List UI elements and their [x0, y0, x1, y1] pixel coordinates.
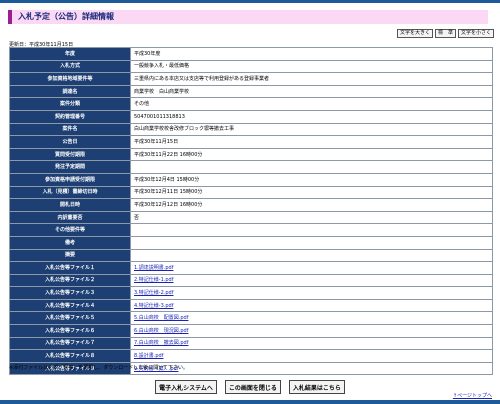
page-title-box: 入札予定（公告）詳細情報 — [8, 10, 488, 24]
table-row: 案件名 白山商業学校校舎改修ブロック塀等撤去工事 — [9, 122, 493, 137]
row-label: 入札方式 — [9, 59, 131, 74]
text-small-button[interactable]: 文字を小さく — [457, 29, 494, 38]
table-row: 契約管理番号 5047001011318813 — [9, 109, 493, 124]
table-row: その他要件等 — [9, 223, 493, 237]
file-cell: 6.白山商校 現況図.pdf — [130, 324, 493, 338]
row-label: 入札（見積）書締切日時 — [9, 185, 131, 200]
file-link[interactable]: 5.白山商校 配置図.pdf — [134, 315, 188, 321]
file-link[interactable]: 8.設計書.pdf — [134, 353, 163, 359]
file-label: 入札公告等ファイル６ — [9, 324, 131, 338]
detail-table: 年度 平成30年度 入札方式 一般競争入札・最低価格 参加資格地域要件等 三重県内にある本… — [9, 47, 493, 376]
file-cell: 7.白山商校 撤去図.pdf — [130, 336, 493, 351]
file-row: 入札公告等ファイル１ 1.調達説明書.pdf — [9, 261, 493, 275]
table-row: 入札方式 一般競争入札・最低価格 — [9, 59, 493, 74]
row-value: 平成30年11月15日 — [130, 135, 493, 149]
file-link[interactable]: 1.調達説明書.pdf — [134, 265, 173, 271]
table-row: 質問受付期限 平成30年11月22日 16時00分 — [9, 147, 493, 162]
table-row: 備考 — [9, 235, 493, 250]
row-label: 開札日時 — [9, 198, 131, 212]
e-bid-system-button[interactable]: 電子入札システムへ — [155, 380, 217, 394]
file-label: 入札公告等ファイル２ — [9, 273, 131, 288]
row-label: 摘要 — [9, 248, 131, 263]
file-label: 入札公告等ファイル５ — [9, 311, 131, 326]
row-value: 三重県内にある本店又は支店等で利用登録がある登録事業者 — [130, 72, 493, 86]
file-row: 入札公告等ファイル４ 4.特記仕様-3.pdf — [9, 298, 493, 313]
table-row: 参加資格地域要件等 三重県内にある本店又は支店等で利用登録がある登録事業者 — [9, 72, 493, 86]
row-label: 公告日 — [9, 135, 131, 149]
file-cell: 5.白山商校 配置図.pdf — [130, 311, 493, 326]
file-label: 入札公告等ファイル３ — [9, 286, 131, 300]
top-accent-bar — [0, 0, 500, 3]
row-value: その他 — [130, 97, 493, 111]
text-large-button[interactable]: 文字を大きく — [396, 29, 433, 38]
file-label: 入札公告等ファイル７ — [9, 336, 131, 351]
page-title: 入札予定（公告）詳細情報 — [18, 12, 114, 21]
file-link[interactable]: 7.白山商校 撤去図.pdf — [134, 340, 188, 346]
row-label: 案件分類 — [9, 97, 131, 111]
bid-results-button[interactable]: 入札結果はこちら — [288, 380, 345, 394]
row-label: その他要件等 — [9, 223, 131, 237]
table-row: 摘要 — [9, 248, 493, 263]
table-row: 案件分類 その他 — [9, 97, 493, 111]
close-window-button[interactable]: この画面を閉じる — [224, 380, 281, 394]
table-row: 発注予定期間 — [9, 160, 493, 174]
file-row: 入札公告等ファイル３ 3.特記仕様-2.pdf — [9, 286, 493, 300]
file-label: 入札公告等ファイル８ — [9, 349, 131, 363]
row-value — [130, 160, 493, 174]
file-row: 入札公告等ファイル６ 6.白山商校 現況図.pdf — [9, 324, 493, 338]
file-row: 入札公告等ファイル８ 8.設計書.pdf — [9, 349, 493, 363]
file-cell: 3.特記仕様-2.pdf — [130, 286, 493, 300]
table-row: 公告日 平成30年11月15日 — [9, 135, 493, 149]
file-link[interactable]: 6.白山商校 現況図.pdf — [134, 328, 188, 334]
row-value: 平成30年12月11日 15時00分 — [130, 185, 493, 200]
file-label: 入札公告等ファイル１ — [9, 261, 131, 275]
file-row: 入札公告等ファイル５ 5.白山商校 配置図.pdf — [9, 311, 493, 326]
row-value: 商業学校 白山商業学校 — [130, 84, 493, 99]
table-row: 入札（見積）書締切日時 平成30年12月11日 15時00分 — [9, 185, 493, 200]
file-row: 入札公告等ファイル２ 2.特記仕様-1.pdf — [9, 273, 493, 288]
page-top-link[interactable]: ↑ページトップへ — [453, 392, 492, 399]
row-label: 年度 — [9, 47, 131, 61]
file-label: 入札公告等ファイル４ — [9, 298, 131, 313]
row-value — [130, 223, 493, 237]
bottom-accent-bar — [0, 400, 500, 404]
file-cell: 1.調達説明書.pdf — [130, 261, 493, 275]
file-cell: 2.特記仕様-1.pdf — [130, 273, 493, 288]
row-value: 一般競争入札・最低価格 — [130, 59, 493, 74]
row-value — [130, 248, 493, 263]
table-row: 年度 平成30年度 — [9, 47, 493, 61]
row-label: 備考 — [9, 235, 131, 250]
table-row: 開札日時 平成30年12月12日 16時00分 — [9, 198, 493, 212]
text-size-controls: 文字を大きく 標 準 文字を小さく — [396, 29, 494, 38]
row-label: 参加資格地域要件等 — [9, 72, 131, 86]
file-cell: 8.設計書.pdf — [130, 349, 493, 363]
row-value: 平成30年度 — [130, 47, 493, 61]
row-label: 案件名 — [9, 122, 131, 137]
row-value: 平成30年11月22日 16時00分 — [130, 147, 493, 162]
row-label: 質問受付期限 — [9, 147, 131, 162]
file-link[interactable]: 4.特記仕様-3.pdf — [134, 303, 173, 309]
row-label: 契約管理番号 — [9, 109, 131, 124]
row-label: 内訳書要否 — [9, 210, 131, 225]
row-value: 平成30年12月4日 15時00分 — [130, 172, 493, 187]
row-value: 白山商業学校校舎改修ブロック塀等撤去工事 — [130, 122, 493, 137]
row-value — [130, 235, 493, 250]
table-row: 参加資格申請受付期限 平成30年12月4日 15時00分 — [9, 172, 493, 187]
row-value: 平成30年12月12日 16時00分 — [130, 198, 493, 212]
row-label: 参加資格申請受付期限 — [9, 172, 131, 187]
action-buttons: 電子入札システムへ この画面を閉じる 入札結果はこちら — [0, 380, 500, 394]
file-row: 入札公告等ファイル７ 7.白山商校 撤去図.pdf — [9, 336, 493, 351]
download-note: ※添付ファイルは必ず「保存」を選択し、ダウンロードした後に開いて下さい。 — [9, 365, 189, 371]
file-link[interactable]: 3.特記仕様-2.pdf — [134, 290, 173, 296]
text-standard-button[interactable]: 標 準 — [434, 29, 456, 38]
file-cell: 4.特記仕様-3.pdf — [130, 298, 493, 313]
table-row: 内訳書要否否 — [9, 210, 493, 225]
table-row: 調達名 商業学校 白山商業学校 — [9, 84, 493, 99]
row-value: 否 — [130, 210, 493, 225]
row-label: 発注予定期間 — [9, 160, 131, 174]
row-value: 5047001011318813 — [130, 109, 493, 124]
file-link[interactable]: 2.特記仕様-1.pdf — [134, 277, 173, 283]
row-label: 調達名 — [9, 84, 131, 99]
